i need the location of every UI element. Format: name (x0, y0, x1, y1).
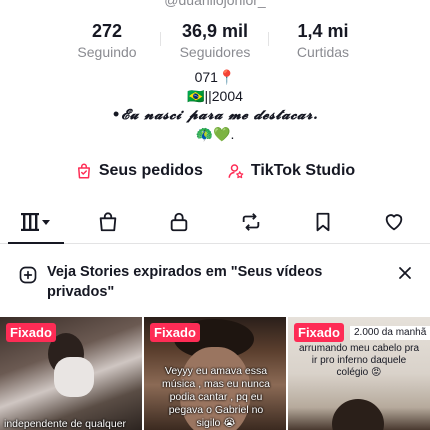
profile-handle: @duanilojonior_ (164, 0, 266, 8)
thumbnail-figure (332, 399, 384, 430)
pinned-badge: Fixado (6, 323, 56, 342)
expired-stories-banner[interactable]: Veja Stories expirados em "Seus vídeos p… (0, 256, 430, 308)
bio-line: •𝓔𝓾 𝓷𝓪𝓼𝓬𝓲 𝓹𝓪𝓻𝓪 𝓶𝓮 𝓭𝓮𝓼𝓽𝓪𝓬𝓪𝓻. (111, 107, 319, 123)
tab-shop[interactable] (72, 200, 144, 243)
repost-icon (242, 212, 260, 231)
following-count: 272 (91, 21, 123, 41)
video-caption: Veyyy eu amava essa música , mas eu nunc… (162, 365, 270, 429)
studio-icon (228, 164, 244, 179)
video-thumbnail[interactable]: Fixado independente de qualquer (0, 317, 142, 430)
video-thumbnail[interactable]: Fixado 2.000 da manhã arrumando meu cabe… (288, 317, 430, 430)
pinned-badge: Fixado (150, 323, 200, 342)
orders-link[interactable]: Seus pedidos (75, 162, 203, 180)
pinned-badge: Fixado (294, 323, 344, 342)
stat-followers[interactable]: 36,9 mil Seguidores (161, 20, 269, 60)
video-caption: arrumando meu cabelo pra ir pro inferno … (298, 343, 420, 378)
heart-icon (385, 213, 403, 230)
banner-text: Veja Stories expirados em "Seus vídeos p… (47, 264, 323, 300)
bio-line: 🇧🇷||2004 (187, 88, 243, 104)
tab-private[interactable] (143, 200, 215, 243)
profile-bio: 071📍 🇧🇷||2004 •𝓔𝓾 𝓷𝓪𝓼𝓬𝓲 𝓹𝓪𝓻𝓪 𝓶𝓮 𝓭𝓮𝓼𝓽𝓪𝓬𝓪𝓻… (0, 68, 430, 144)
close-icon[interactable] (398, 266, 412, 280)
profile-tabs (0, 200, 430, 244)
bio-line: 🦚💚. (195, 126, 235, 142)
video-caption-header: 2.000 da manhã (350, 326, 430, 340)
videos-grid-icon (20, 212, 50, 231)
video-grid: Fixado independente de qualquer Fixado V… (0, 317, 430, 430)
likes-label: Curtidas (296, 44, 350, 60)
tab-saved[interactable] (287, 200, 359, 243)
tab-liked[interactable] (358, 200, 430, 243)
video-caption: independente de qualquer (4, 418, 127, 430)
thumbnail-figure (54, 357, 94, 397)
tiktok-studio-link[interactable]: TikTok Studio (227, 162, 355, 180)
profile-links: Seus pedidos TikTok Studio (0, 162, 430, 180)
following-label: Seguindo (77, 44, 137, 60)
bio-line: 071📍 (194, 69, 236, 85)
stat-following[interactable]: 272 Seguindo (53, 20, 161, 60)
tab-reposts[interactable] (215, 200, 287, 243)
orders-link-label: Seus pedidos (98, 162, 203, 179)
shop-bag-icon (99, 211, 116, 231)
likes-count: 1,4 mi (297, 21, 349, 41)
followers-count: 36,9 mil (181, 21, 249, 41)
bookmark-icon (316, 212, 329, 231)
video-thumbnail[interactable]: Fixado Veyyy eu amava essa música , mas … (144, 317, 286, 430)
order-bag-icon (77, 163, 90, 179)
stat-likes[interactable]: 1,4 mi Curtidas (269, 20, 377, 60)
followers-label: Seguidores (179, 44, 251, 60)
add-story-icon (19, 266, 37, 284)
tab-videos[interactable] (0, 200, 72, 244)
lock-icon (170, 212, 188, 231)
tiktok-studio-link-label: TikTok Studio (250, 162, 356, 179)
profile-stats: 272 Seguindo 36,9 mil Seguidores 1,4 mi … (0, 20, 430, 60)
